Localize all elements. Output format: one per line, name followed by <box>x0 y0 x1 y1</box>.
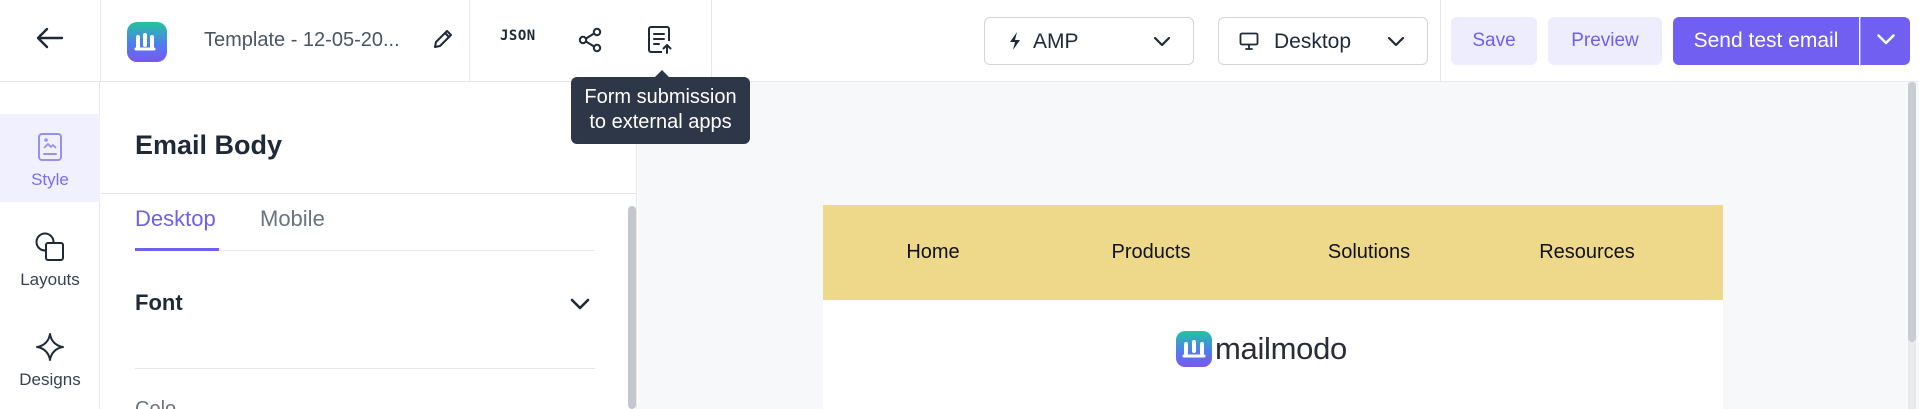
scrollbar-thumb[interactable] <box>1908 82 1916 342</box>
format-select-value: AMP <box>1033 30 1079 53</box>
panel-title: Email Body <box>135 130 283 160</box>
lightning-icon <box>1005 31 1025 51</box>
chevron-down-icon <box>1387 33 1405 51</box>
format-select[interactable]: AMP <box>984 17 1194 65</box>
divider <box>1440 0 1441 81</box>
chevron-down-icon <box>569 293 591 315</box>
arrow-left-icon <box>35 26 65 55</box>
panel-scrollbar[interactable] <box>628 206 636 409</box>
section-label: Font <box>135 290 183 315</box>
chevron-down-icon <box>1876 32 1895 50</box>
email-nav-bar: Home Products Solutions Resources <box>823 205 1723 300</box>
settings-panel: Email Body Desktop Mobile Font Colo <box>101 82 637 409</box>
email-preview: Home Products Solutions Resources mailmo… <box>823 205 1723 409</box>
email-brand-logo: mailmodo <box>1176 329 1347 369</box>
template-name[interactable]: Template - 12-05-20... <box>204 29 400 52</box>
email-nav-link[interactable]: Products <box>1041 241 1261 264</box>
font-section-toggle[interactable]: Font <box>135 287 595 337</box>
preview-button[interactable]: Preview <box>1548 17 1662 65</box>
top-toolbar: Template - 12-05-20... JSON AMP Desktop <box>0 0 1919 82</box>
form-submission-icon <box>646 25 674 60</box>
next-section-label: Colo <box>135 398 177 409</box>
divider <box>711 0 712 81</box>
email-nav-link[interactable]: Resources <box>1477 241 1697 264</box>
brand-wordmark: mailmodo <box>1215 331 1347 366</box>
sidebar-item-style[interactable]: Style <box>0 114 100 202</box>
edit-name-button[interactable] <box>428 26 458 56</box>
share-icon <box>576 26 604 59</box>
sparkle-icon <box>33 330 67 364</box>
layouts-icon <box>33 230 67 264</box>
chevron-down-icon <box>1153 33 1171 51</box>
canvas-scrollbar[interactable] <box>1908 82 1916 409</box>
monitor-icon <box>1239 31 1259 51</box>
sidebar-item-label: Layouts <box>20 270 80 289</box>
mailmodo-logo-icon <box>1176 331 1212 367</box>
sidebar-item-designs[interactable]: Designs <box>0 314 100 402</box>
email-canvas: Home Products Solutions Resources mailmo… <box>638 82 1919 409</box>
pencil-icon <box>432 28 454 55</box>
sidebar-item-label: Style <box>31 170 69 189</box>
share-button[interactable] <box>574 26 606 58</box>
form-submission-tooltip: Form submission to external apps <box>571 70 750 144</box>
json-button[interactable]: JSON <box>500 28 536 44</box>
form-submission-button[interactable] <box>644 25 676 59</box>
tooltip-line: Form submission <box>584 86 737 108</box>
sidebar-item-label: Designs <box>19 370 81 389</box>
send-options-button[interactable] <box>1860 17 1910 65</box>
device-select-value: Desktop <box>1274 30 1352 53</box>
divider <box>469 0 470 81</box>
tab-desktop[interactable]: Desktop <box>135 206 216 232</box>
sidebar-item-layouts[interactable]: Layouts <box>0 214 100 302</box>
email-nav-link[interactable]: Home <box>823 241 1043 264</box>
style-icon <box>33 130 67 164</box>
device-select[interactable]: Desktop <box>1218 17 1428 65</box>
tooltip-line: to external apps <box>589 111 732 133</box>
email-nav-link[interactable]: Solutions <box>1259 241 1479 264</box>
back-button[interactable] <box>0 0 100 81</box>
divider <box>100 0 101 81</box>
divider <box>135 368 595 369</box>
tab-mobile[interactable]: Mobile <box>260 206 325 232</box>
sidebar-rail: Style Layouts Designs <box>0 82 100 409</box>
save-button[interactable]: Save <box>1451 17 1537 65</box>
active-tab-indicator <box>135 248 219 251</box>
divider <box>101 193 637 194</box>
send-test-email-button[interactable]: Send test email <box>1673 17 1859 65</box>
mailmodo-logo-icon <box>127 22 167 62</box>
